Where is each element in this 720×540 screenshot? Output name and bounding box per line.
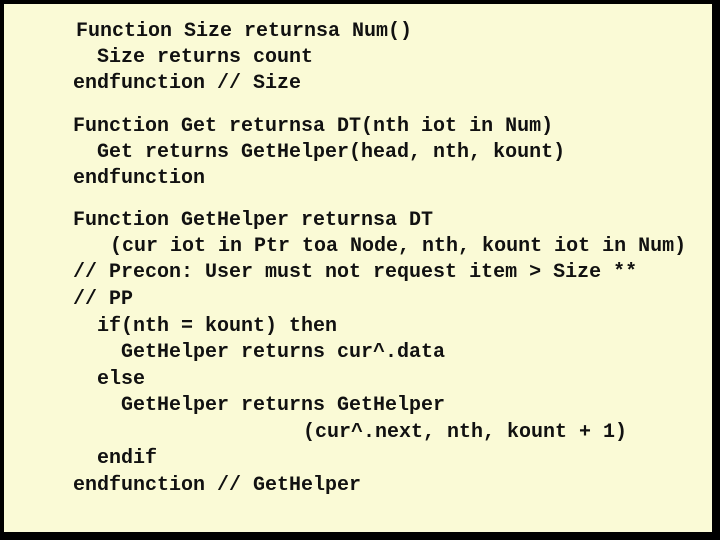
code-line: Get returns GetHelper(head, nth, kount): [97, 141, 566, 164]
code-line: endfunction // Size: [73, 72, 302, 95]
code-line: if(nth = kount) then: [97, 315, 338, 338]
code-line: endif: [97, 447, 158, 470]
code-line: GetHelper returns cur^.data: [121, 341, 446, 364]
code-line: GetHelper returns GetHelper: [121, 394, 446, 417]
code-line: Size returns count: [97, 46, 314, 69]
code-line: (cur iot in Ptr toa Node, nth, kount iot…: [110, 235, 687, 258]
code-line: endfunction: [73, 167, 206, 190]
code-line: endfunction // GetHelper: [73, 474, 362, 497]
code-line: Function GetHelper returnsa DT: [73, 209, 434, 232]
code-comment-line: // Precon: User must not request item > …: [73, 261, 638, 284]
slide: Function Size returnsa Num() Size return…: [4, 4, 712, 532]
code-line: Function Size returnsa Num(): [76, 20, 413, 43]
code-line: else: [97, 368, 146, 391]
code-comment-line: // PP: [73, 288, 134, 311]
code-line: Function Get returnsa DT(nth iot in Num): [73, 115, 554, 138]
code-line: (cur^.next, nth, kount + 1): [303, 421, 628, 444]
